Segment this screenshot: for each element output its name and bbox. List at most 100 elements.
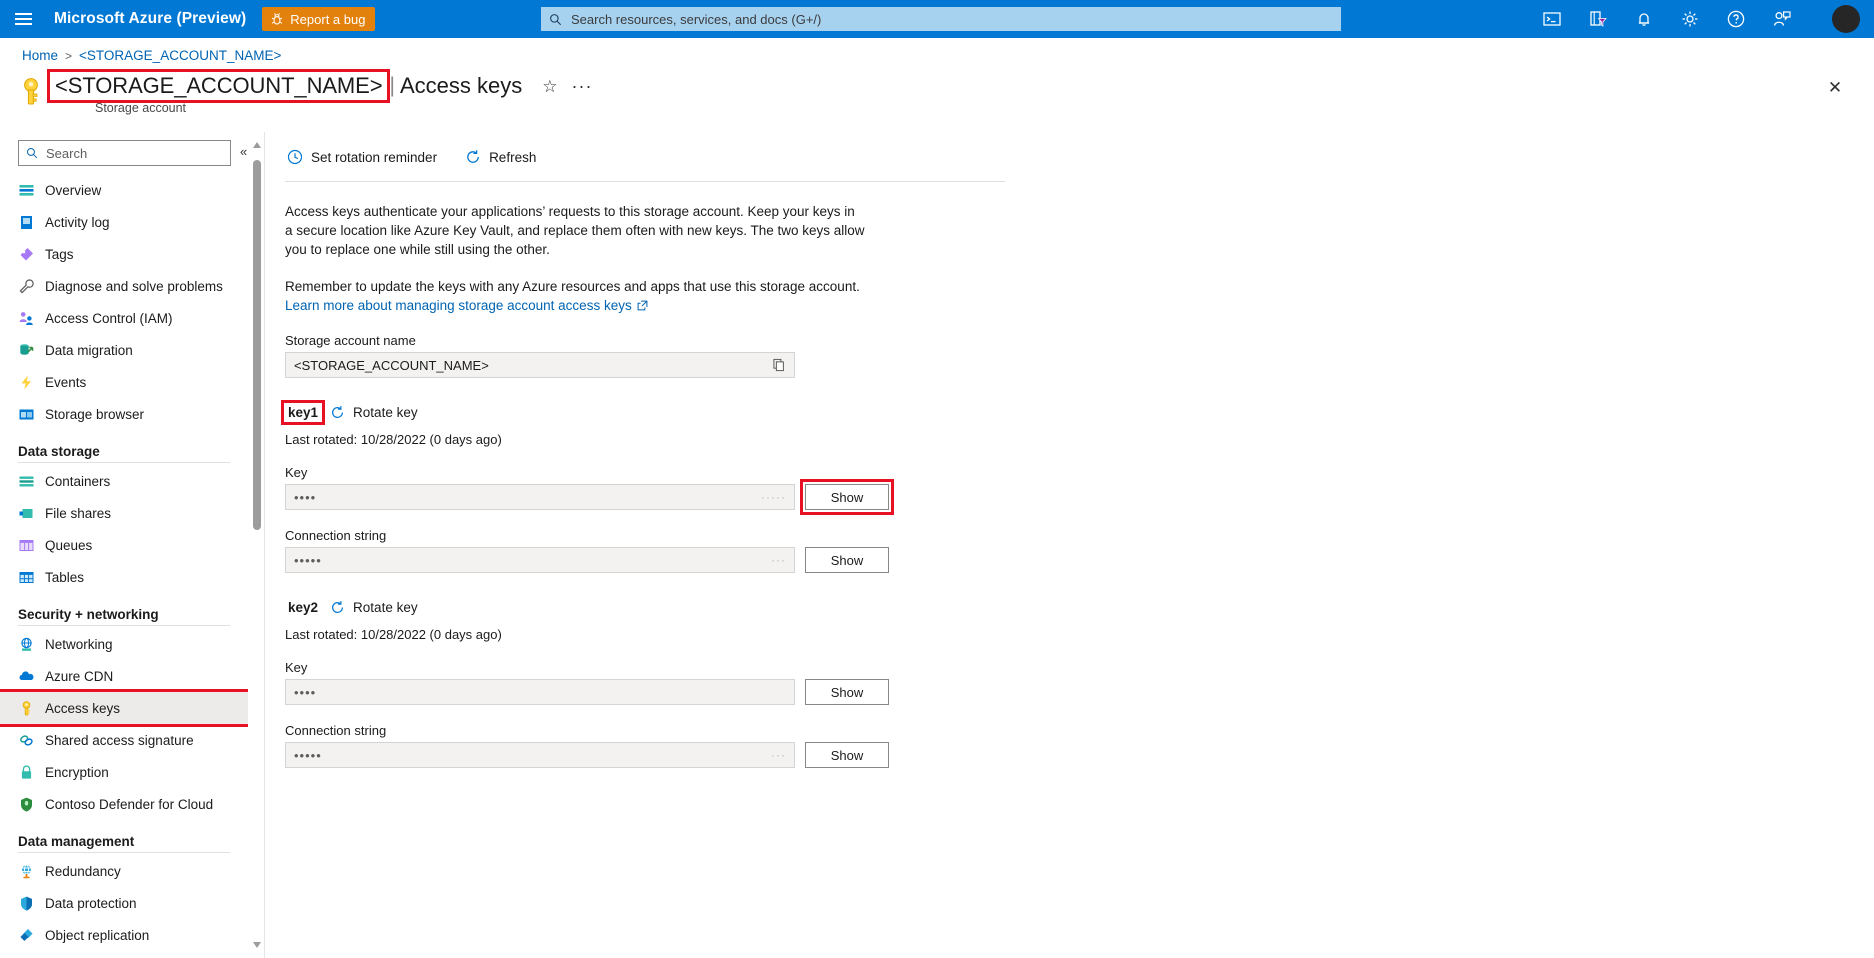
sidebar-item-overview[interactable]: Overview — [0, 174, 248, 206]
sidebar-item-azure-cdn[interactable]: Azure CDN — [0, 660, 248, 692]
sidebar-item-data-migration[interactable]: Data migration — [0, 334, 248, 366]
storage-account-name-field[interactable]: <STORAGE_ACCOUNT_NAME> — [285, 352, 795, 378]
set-rotation-reminder-label: Set rotation reminder — [311, 149, 438, 165]
sidebar-item-containers[interactable]: Containers — [0, 465, 248, 497]
sidebar-item-data-protection[interactable]: Data protection — [0, 887, 248, 919]
global-search-box[interactable] — [541, 7, 1341, 31]
copy-icon[interactable] — [772, 358, 786, 372]
key1-conn-trailing-dots: ··· — [771, 553, 786, 567]
breadcrumb-home[interactable]: Home — [22, 48, 58, 63]
sidebar-item-file-shares[interactable]: File shares — [0, 497, 248, 529]
nav-item-list: Overview Activity log Tags Diagnose and … — [0, 174, 248, 951]
key1-connection-string-value: ••••• — [294, 552, 322, 568]
nav-group-data-management: Data management — [18, 834, 135, 849]
nav-scrollbar[interactable] — [250, 132, 264, 958]
feedback-smiley-icon[interactable] — [1772, 9, 1792, 29]
sidebar-item-label: Activity log — [45, 214, 110, 230]
directories-filter-icon[interactable] — [1588, 9, 1608, 29]
hamburger-menu-icon[interactable] — [0, 0, 46, 38]
learn-more-link[interactable]: Learn more about managing storage accoun… — [285, 298, 648, 313]
sidebar-item-label: Encryption — [45, 764, 109, 780]
learn-more-label: Learn more about managing storage accoun… — [285, 298, 632, 313]
key2-key-field[interactable]: •••• — [285, 679, 795, 705]
nav-search-box[interactable] — [18, 140, 231, 166]
data-protection-shield-icon — [21, 896, 32, 911]
nav-group-data-storage: Data storage — [18, 444, 100, 459]
sidebar-item-label: Containers — [45, 473, 111, 489]
sidebar-item-label: Overview — [45, 182, 102, 198]
storage-account-name-row: <STORAGE_ACCOUNT_NAME> — [285, 352, 1305, 378]
data-migration-icon — [20, 343, 34, 355]
refresh-label: Refresh — [489, 149, 537, 165]
report-a-bug-button[interactable]: Report a bug — [262, 7, 376, 31]
sidebar-item-object-replication[interactable]: Object replication — [0, 919, 248, 951]
sidebar-item-redundancy[interactable]: Redundancy — [0, 855, 248, 887]
rotate-icon — [332, 601, 344, 613]
more-options-ellipsis-icon[interactable]: ··· — [571, 77, 592, 95]
key1-key-show-button[interactable]: Show — [800, 479, 894, 515]
clock-icon — [287, 149, 303, 165]
key2-rotate-key-button[interactable]: Rotate key — [330, 600, 418, 615]
key2-connection-string-field[interactable]: ••••• ··· — [285, 742, 795, 768]
scroll-up-arrow-icon[interactable] — [252, 140, 262, 150]
notifications-bell-icon[interactable] — [1634, 9, 1654, 29]
sidebar-item-events[interactable]: Events — [0, 366, 248, 398]
left-navigation-panel: « Overview Activity log — [0, 132, 248, 958]
sidebar-item-storage-browser[interactable]: Storage browser — [0, 398, 248, 430]
close-blade-icon[interactable]: ✕ — [1824, 76, 1846, 98]
key1-connection-string-show-button[interactable]: Show — [805, 547, 889, 573]
key2-connection-string-show-button[interactable]: Show — [805, 742, 889, 768]
sidebar-item-label: Redundancy — [45, 863, 121, 879]
breadcrumb-current[interactable]: <STORAGE_ACCOUNT_NAME> — [79, 48, 281, 63]
settings-gear-icon[interactable] — [1680, 9, 1700, 29]
key2-rotate-key-label: Rotate key — [353, 600, 418, 615]
key1-header: key1 Rotate key — [280, 400, 1305, 425]
sidebar-item-label: File shares — [45, 505, 112, 521]
user-avatar[interactable] — [1832, 5, 1860, 33]
sidebar-item-diagnose-and-solve-problems[interactable]: Diagnose and solve problems — [0, 270, 248, 302]
breadcrumb: Home > <STORAGE_ACCOUNT_NAME> — [22, 48, 281, 63]
file-shares-icon — [19, 508, 33, 518]
sidebar-item-access-control-iam[interactable]: Access Control (IAM) — [0, 302, 248, 334]
sidebar-item-queues[interactable]: Queues — [0, 529, 248, 561]
tags-icon — [20, 247, 33, 260]
favorite-star-icon[interactable]: ☆ — [542, 78, 557, 95]
key2-key-value: •••• — [294, 684, 317, 700]
collapse-nav-icon[interactable]: « — [240, 144, 247, 159]
cloud-shell-icon[interactable] — [1542, 9, 1562, 29]
key2-key-show-button[interactable]: Show — [805, 679, 889, 705]
sidebar-item-shared-access-signature[interactable]: Shared access signature — [0, 724, 248, 756]
set-rotation-reminder-button[interactable]: Set rotation reminder — [285, 146, 439, 168]
nav-scrollbar-thumb[interactable] — [253, 160, 261, 530]
key1-name: key1 — [280, 400, 326, 425]
nav-search-input[interactable] — [44, 144, 223, 162]
key1-connection-string-field[interactable]: ••••• ··· — [285, 547, 795, 573]
toolbar-divider — [285, 181, 1005, 182]
key1-connection-string-row: ••••• ··· Show — [285, 547, 1305, 573]
storage-account-name-label: Storage account name — [285, 333, 416, 348]
sidebar-item-tags[interactable]: Tags — [0, 238, 248, 270]
storage-account-name-value: <STORAGE_ACCOUNT_NAME> — [294, 357, 489, 373]
sidebar-item-networking[interactable]: Networking — [0, 628, 248, 660]
refresh-icon — [467, 150, 479, 163]
key1-key-field[interactable]: •••• ····· — [285, 484, 795, 510]
sidebar-item-access-keys[interactable]: Access keys — [0, 689, 248, 727]
sidebar-item-label: Data migration — [45, 342, 133, 358]
brand-title[interactable]: Microsoft Azure (Preview) — [54, 10, 246, 28]
sidebar-item-activity-log[interactable]: Activity log — [0, 206, 248, 238]
scroll-down-arrow-icon[interactable] — [252, 940, 262, 950]
refresh-button[interactable]: Refresh — [463, 146, 538, 168]
key2-connection-string-value: ••••• — [294, 747, 322, 763]
key1-rotate-key-button[interactable]: Rotate key — [330, 405, 418, 420]
access-keys-description: Access keys authenticate your applicatio… — [285, 204, 865, 257]
sidebar-item-contoso-defender-for-cloud[interactable]: Contoso Defender for Cloud — [0, 788, 248, 820]
key2-header: key2 Rotate key — [285, 599, 1305, 616]
sidebar-item-encryption[interactable]: Encryption — [0, 756, 248, 788]
access-keys-reminder: Remember to update the keys with any Azu… — [285, 279, 860, 294]
key1-rotate-key-label: Rotate key — [353, 405, 418, 420]
global-search-input[interactable] — [569, 10, 1333, 28]
sidebar-item-label: Access Control (IAM) — [45, 310, 173, 326]
command-toolbar: Set rotation reminder Refresh — [285, 140, 1305, 174]
sidebar-item-tables[interactable]: Tables — [0, 561, 248, 593]
help-question-icon[interactable] — [1726, 9, 1746, 29]
